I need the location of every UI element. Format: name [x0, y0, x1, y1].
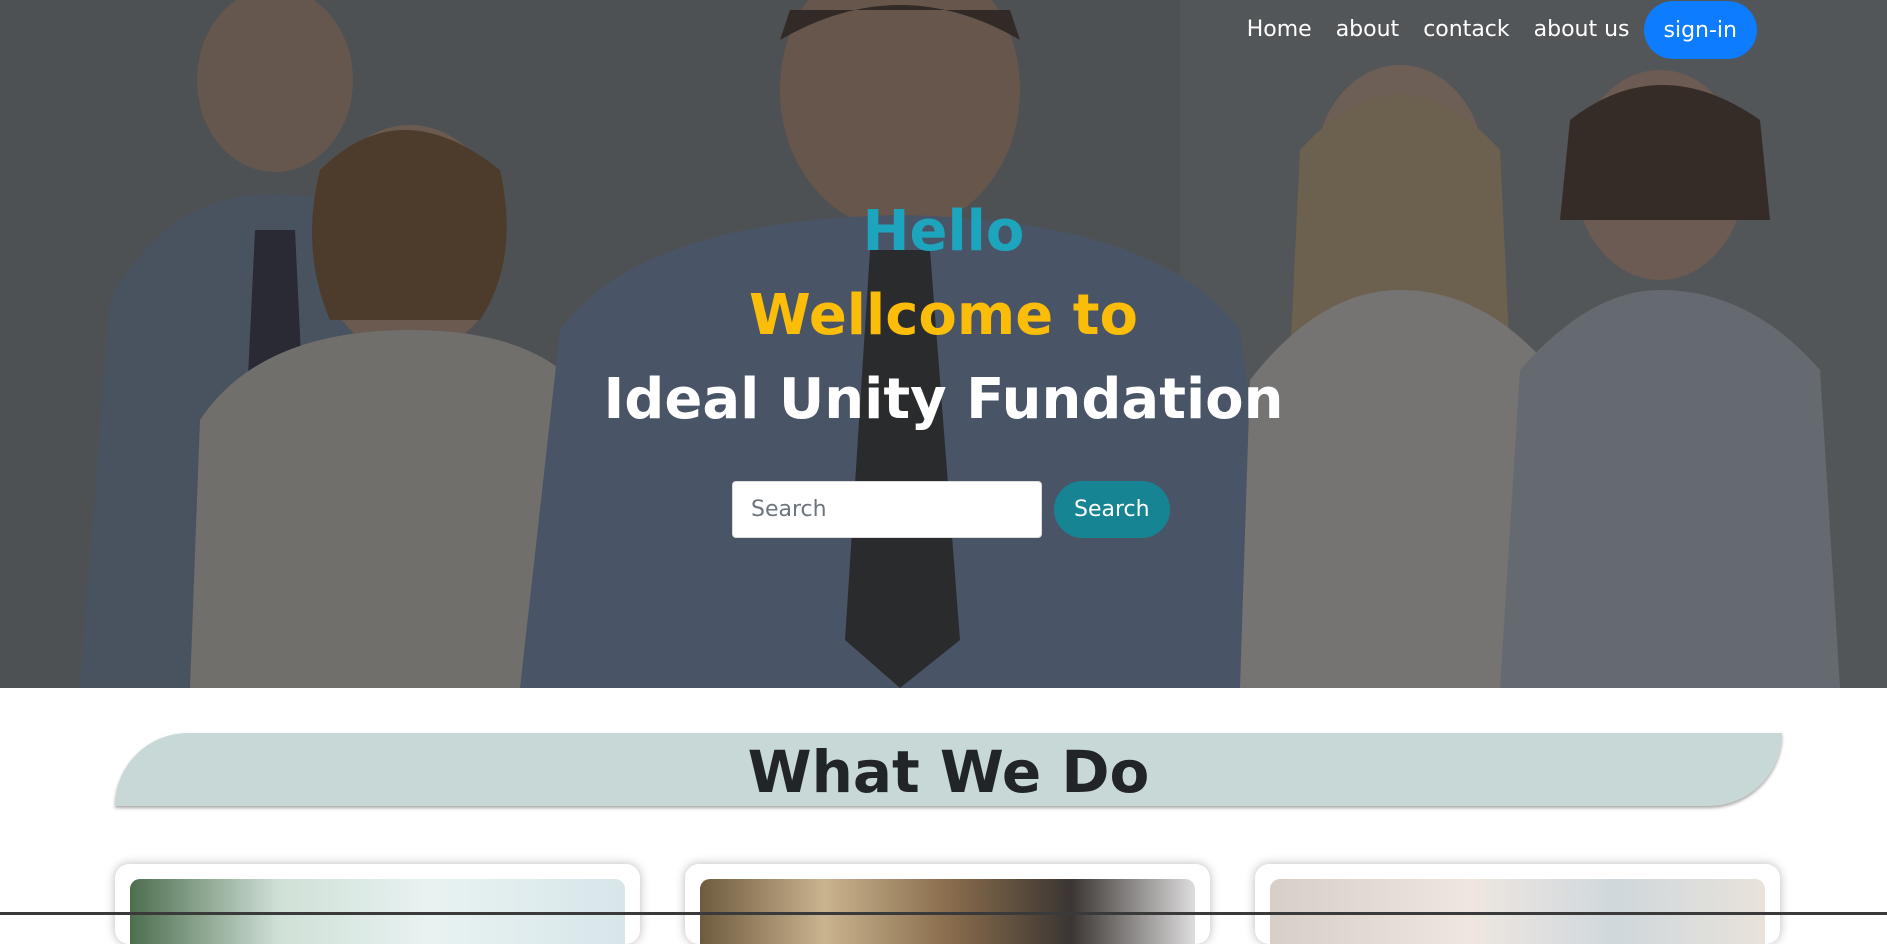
nav-link-home[interactable]: Home [1235, 0, 1324, 60]
hero-section: Home about contack about us sign-in Hell… [0, 0, 1887, 688]
section-title: What We Do [747, 738, 1150, 806]
service-card[interactable] [1255, 864, 1780, 944]
service-card[interactable] [115, 864, 640, 944]
nav-link-contact[interactable]: contack [1411, 0, 1521, 60]
nav-link-about[interactable]: about [1324, 0, 1411, 60]
hero-search-form: Search [732, 481, 1170, 538]
what-we-do-banner: What We Do [115, 733, 1782, 806]
search-button[interactable]: Search [1054, 481, 1170, 538]
service-card[interactable] [685, 864, 1210, 944]
search-input[interactable] [732, 481, 1042, 538]
nav-link-about-us[interactable]: about us [1522, 0, 1642, 60]
hero-organization-name: Ideal Unity Fundation [603, 367, 1284, 432]
hero-welcome: Wellcome to [749, 283, 1138, 348]
sign-in-button[interactable]: sign-in [1643, 1, 1757, 59]
top-navigation: Home about contack about us sign-in [1235, 0, 1757, 60]
hero-greeting: Hello [862, 199, 1025, 264]
